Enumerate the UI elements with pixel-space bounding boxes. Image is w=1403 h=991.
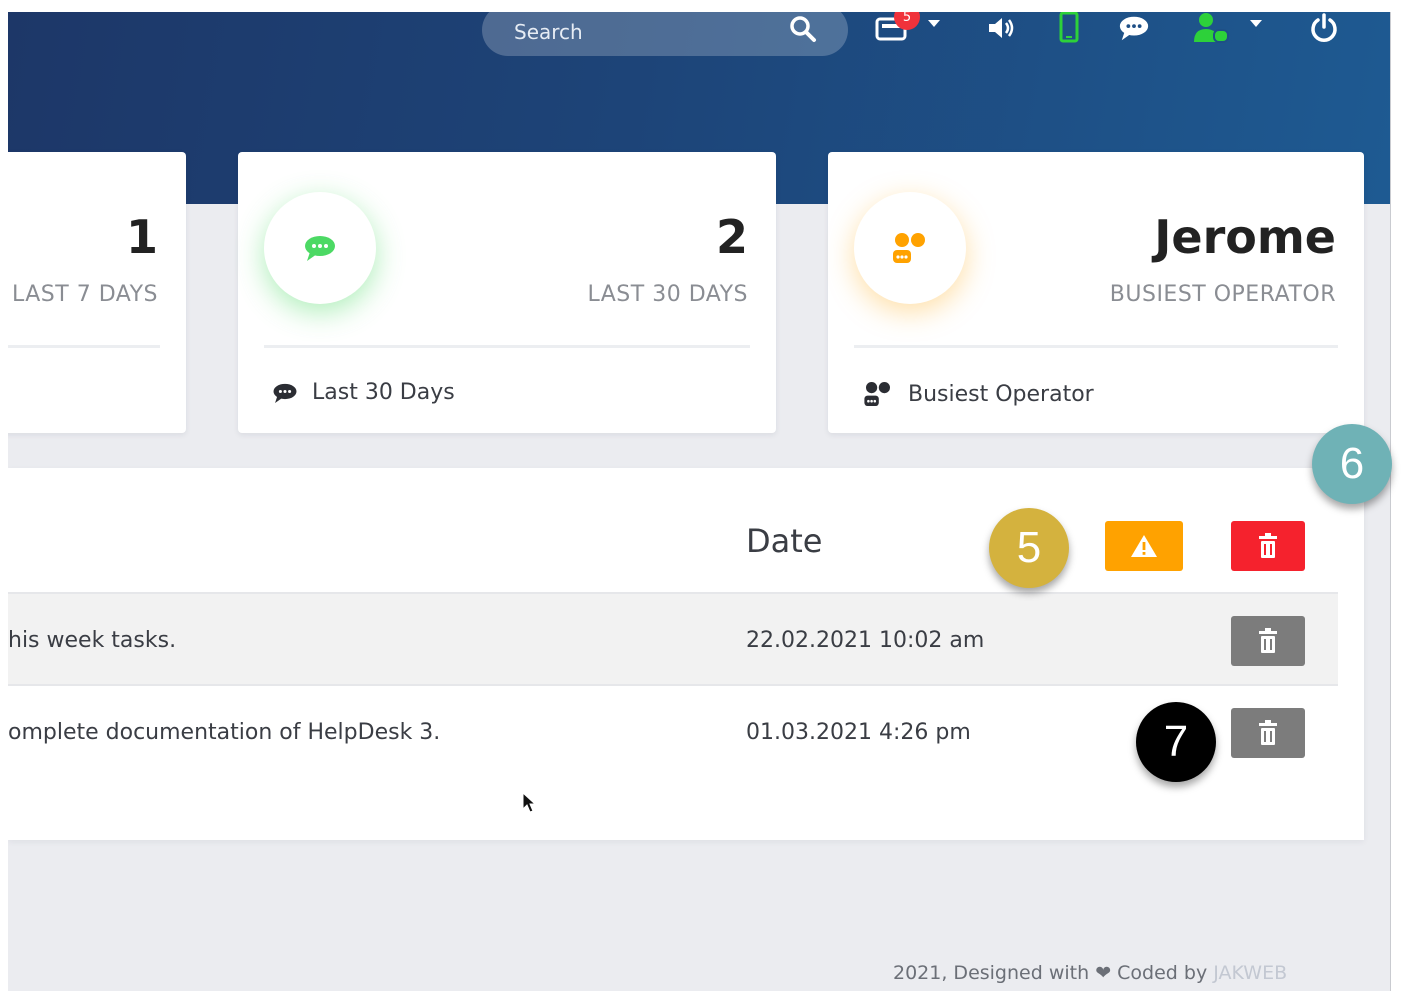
chat-bubble-icon	[1119, 16, 1149, 41]
user-status-button[interactable]	[1192, 12, 1232, 44]
task-text: omplete documentation of HelpDesk 3.	[8, 720, 441, 745]
logout-button[interactable]	[1308, 12, 1340, 44]
mobile-phone-icon	[1059, 12, 1079, 43]
card-footer: Last 30 Days	[272, 380, 455, 405]
marker-label: 6	[1339, 439, 1365, 488]
delete-all-button[interactable]	[1231, 521, 1305, 571]
card-divider	[264, 345, 750, 348]
sound-button[interactable]	[986, 12, 1018, 44]
stat-caption: LAST 30 DAYS	[587, 282, 748, 307]
stat-value: 1	[125, 210, 158, 264]
delete-task-button[interactable]	[1231, 616, 1305, 666]
card-footer-label: Last 30 Days	[312, 380, 455, 405]
annotation-marker-5: 5	[989, 508, 1069, 588]
table-row[interactable]: his week tasks. 22.02.2021 10:02 am	[8, 592, 1338, 686]
users-icon	[893, 233, 925, 263]
stat-caption: BUSIEST OPERATOR	[1109, 282, 1336, 307]
chat-bubble-icon	[305, 236, 335, 261]
stat-value: 2	[715, 210, 748, 264]
marker-label: 5	[1016, 523, 1042, 572]
column-header-date[interactable]: Date	[746, 522, 822, 560]
tasks-panel: Date his week tasks. 22.02.2021 10:02 am	[8, 468, 1364, 840]
stat-card-last-30-days: 2 LAST 30 DAYS Last 30 Days	[238, 152, 776, 433]
trash-icon	[1259, 720, 1277, 745]
power-icon	[1311, 13, 1337, 42]
stat-card-last-7-days: 1 LAST 7 DAYS	[8, 152, 186, 433]
footer-coded-by: Coded by	[1117, 962, 1208, 984]
card-divider	[8, 345, 160, 348]
chat-bubble-icon	[273, 383, 297, 403]
delete-task-button[interactable]	[1231, 708, 1305, 758]
search-placeholder: Search	[514, 20, 583, 44]
stat-icon-circle	[854, 192, 966, 304]
footer-text: 2021, Designed with	[893, 962, 1090, 984]
stat-value: Jerome	[1154, 210, 1336, 264]
annotation-marker-7: 7	[1136, 702, 1216, 782]
card-footer: Busiest Operator	[862, 380, 1094, 408]
stat-icon-circle	[264, 192, 376, 304]
search-input[interactable]: Search	[482, 12, 848, 56]
task-date: 22.02.2021 10:02 am	[746, 628, 985, 653]
heart-icon: ❤	[1095, 962, 1112, 984]
chevron-down-icon[interactable]	[1250, 20, 1262, 27]
footer-brand-link[interactable]: JAKWEB	[1213, 962, 1287, 984]
task-text: his week tasks.	[8, 628, 177, 653]
stat-caption: LAST 7 DAYS	[12, 282, 158, 307]
trash-icon	[1259, 628, 1277, 653]
app-window: Search 5 1 LAST 7 DAYS 2 LAST 30 DAYS La…	[8, 12, 1391, 991]
chevron-down-icon[interactable]	[928, 20, 940, 27]
card-divider	[854, 345, 1338, 348]
stat-card-busiest-operator: Jerome BUSIEST OPERATOR Busiest Operator	[828, 152, 1364, 433]
chat-button[interactable]	[1118, 12, 1150, 44]
trash-icon	[1259, 533, 1277, 558]
warning-button[interactable]	[1105, 521, 1183, 571]
card-footer-label: Busiest Operator	[908, 381, 1094, 407]
user-online-icon	[1194, 13, 1229, 43]
annotation-marker-6: 6	[1312, 424, 1392, 504]
search-icon[interactable]	[788, 14, 818, 44]
phone-button[interactable]	[1053, 12, 1085, 44]
page-footer: 2021, Designed with ❤ Coded by JAKWEB	[893, 962, 1287, 984]
users-icon	[864, 382, 890, 406]
marker-label: 7	[1163, 717, 1189, 766]
speaker-icon	[989, 18, 1014, 38]
task-date: 01.03.2021 4:26 pm	[746, 720, 971, 745]
warning-icon	[1131, 535, 1157, 557]
mouse-cursor-icon	[522, 792, 536, 813]
notifications-button[interactable]: 5	[872, 12, 920, 44]
